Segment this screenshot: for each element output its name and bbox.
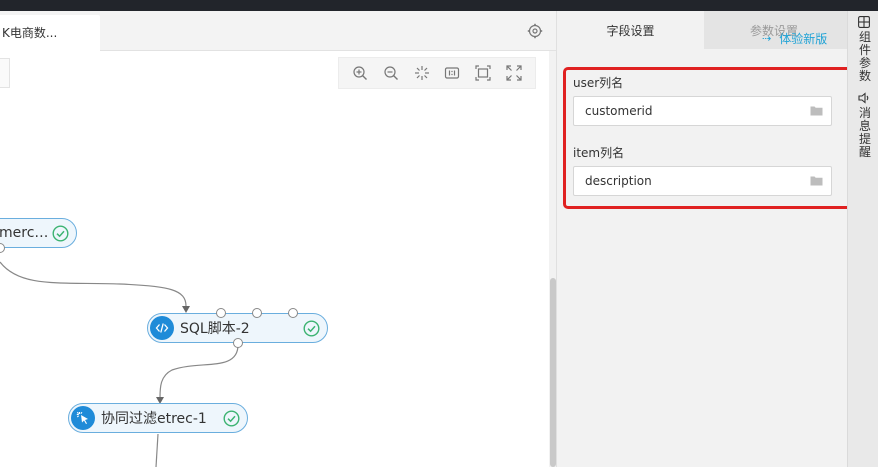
user-column-field[interactable]: customerid	[573, 96, 832, 126]
success-check-icon	[303, 320, 320, 337]
input-port[interactable]	[252, 308, 262, 318]
properties-panel: 字段设置 参数设置 ⇢ 体验新版 user列名 customerid item列…	[556, 11, 858, 467]
grid-icon	[858, 16, 870, 28]
input-port[interactable]	[288, 308, 298, 318]
node-label: merc…	[0, 225, 49, 241]
output-port[interactable]	[233, 338, 243, 348]
pointer-click-icon	[71, 406, 95, 430]
message-reminder-tab[interactable]: 消息提醒	[858, 107, 872, 159]
workflow-node-merc[interactable]: merc…	[0, 218, 77, 248]
code-icon	[150, 316, 174, 340]
item-column-field[interactable]: description	[573, 166, 832, 196]
edge-etrec-out	[155, 433, 159, 467]
component-params-tab[interactable]: 组件参数	[858, 31, 872, 83]
workflow-edges	[0, 261, 239, 467]
try-new-version-link[interactable]: ⇢ 体验新版	[762, 27, 827, 49]
folder-icon[interactable]	[810, 175, 823, 186]
switch-arrow-icon: ⇢	[762, 31, 772, 45]
node-label: 协同过滤etrec-1	[101, 411, 207, 427]
speaker-icon	[858, 92, 869, 104]
folder-icon[interactable]	[810, 105, 823, 116]
workflow-node-etrec[interactable]: 协同过滤etrec-1	[68, 403, 248, 433]
user-column-label: user列名	[573, 76, 624, 90]
edge-sql-to-etrec	[159, 344, 239, 399]
user-column-value: customerid	[585, 104, 653, 118]
node-label: SQL脚本-2	[180, 321, 250, 337]
success-check-icon	[52, 225, 69, 242]
edge-arrow-sql	[182, 306, 190, 313]
success-check-icon	[223, 410, 240, 427]
input-port[interactable]	[216, 308, 226, 318]
item-column-value: description	[585, 174, 652, 188]
side-strip: 组件参数 消息提醒	[847, 11, 878, 467]
new-version-label: 体验新版	[779, 31, 828, 46]
tab-field-settings[interactable]: 字段设置	[557, 11, 704, 49]
item-column-label: item列名	[573, 146, 625, 160]
edge-node1-to-sql	[0, 261, 187, 307]
